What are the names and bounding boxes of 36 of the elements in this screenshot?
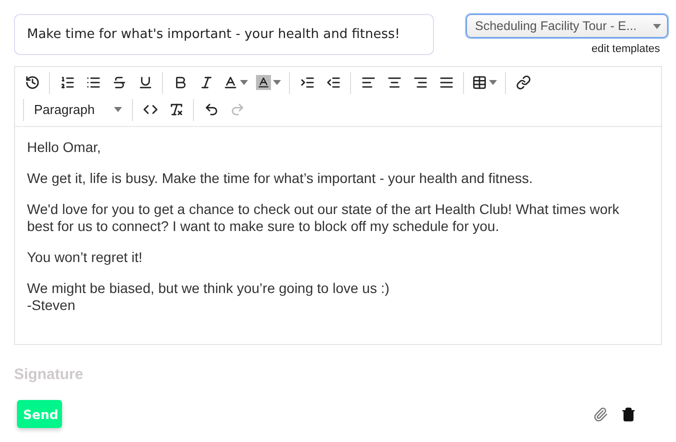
caret-icon <box>240 80 248 85</box>
align-right-icon <box>412 75 428 90</box>
body-paragraph: We might be biased, but we think you’re going to love us :) -Steven <box>27 280 390 314</box>
redo-icon <box>230 102 244 117</box>
body-paragraph: We get it, life is busy. Make the time for what’s important - your health and fitness. <box>27 170 534 187</box>
edit-templates-link[interactable]: edit templates <box>592 43 660 55</box>
caret-icon <box>489 80 497 85</box>
link-icon <box>516 75 530 90</box>
clear-formatting-icon <box>168 102 184 117</box>
outdent-icon <box>326 75 340 90</box>
bullet-list-icon <box>86 75 100 90</box>
align-center-icon <box>386 75 402 90</box>
italic-icon <box>198 75 214 90</box>
subject-field[interactable]: Make time for what's important - your health and fitness! <box>14 14 434 55</box>
body-paragraph: Hello Omar, <box>27 139 102 156</box>
caret-icon <box>273 80 281 85</box>
table-icon <box>472 75 487 90</box>
delete-icon[interactable] <box>621 406 636 422</box>
align-left-icon <box>360 75 376 90</box>
indent-icon <box>300 75 314 90</box>
strikethrough-icon <box>112 75 126 90</box>
history-icon <box>24 75 40 90</box>
template-select[interactable]: Scheduling Facility Tour - E... <box>466 14 668 38</box>
background-color-icon <box>256 75 271 90</box>
body-paragraph: You won’t regret it! <box>27 249 144 266</box>
code-icon <box>142 102 158 117</box>
underline-icon <box>138 75 152 90</box>
text-color-icon <box>223 75 238 90</box>
body-paragraph: We'd love for you to get a chance to check out our state of the art Health Club! What times work best for us to connect? I want to make sure to block off my schedule for you. <box>27 201 620 235</box>
attach-icon[interactable] <box>593 406 608 422</box>
numbered-list-icon <box>60 75 74 90</box>
undo-icon <box>204 102 218 117</box>
justify-icon <box>438 75 454 90</box>
caret-icon <box>114 107 122 112</box>
dropdown-caret-icon <box>653 24 661 28</box>
block-format-select[interactable]: Paragraph <box>28 98 128 122</box>
